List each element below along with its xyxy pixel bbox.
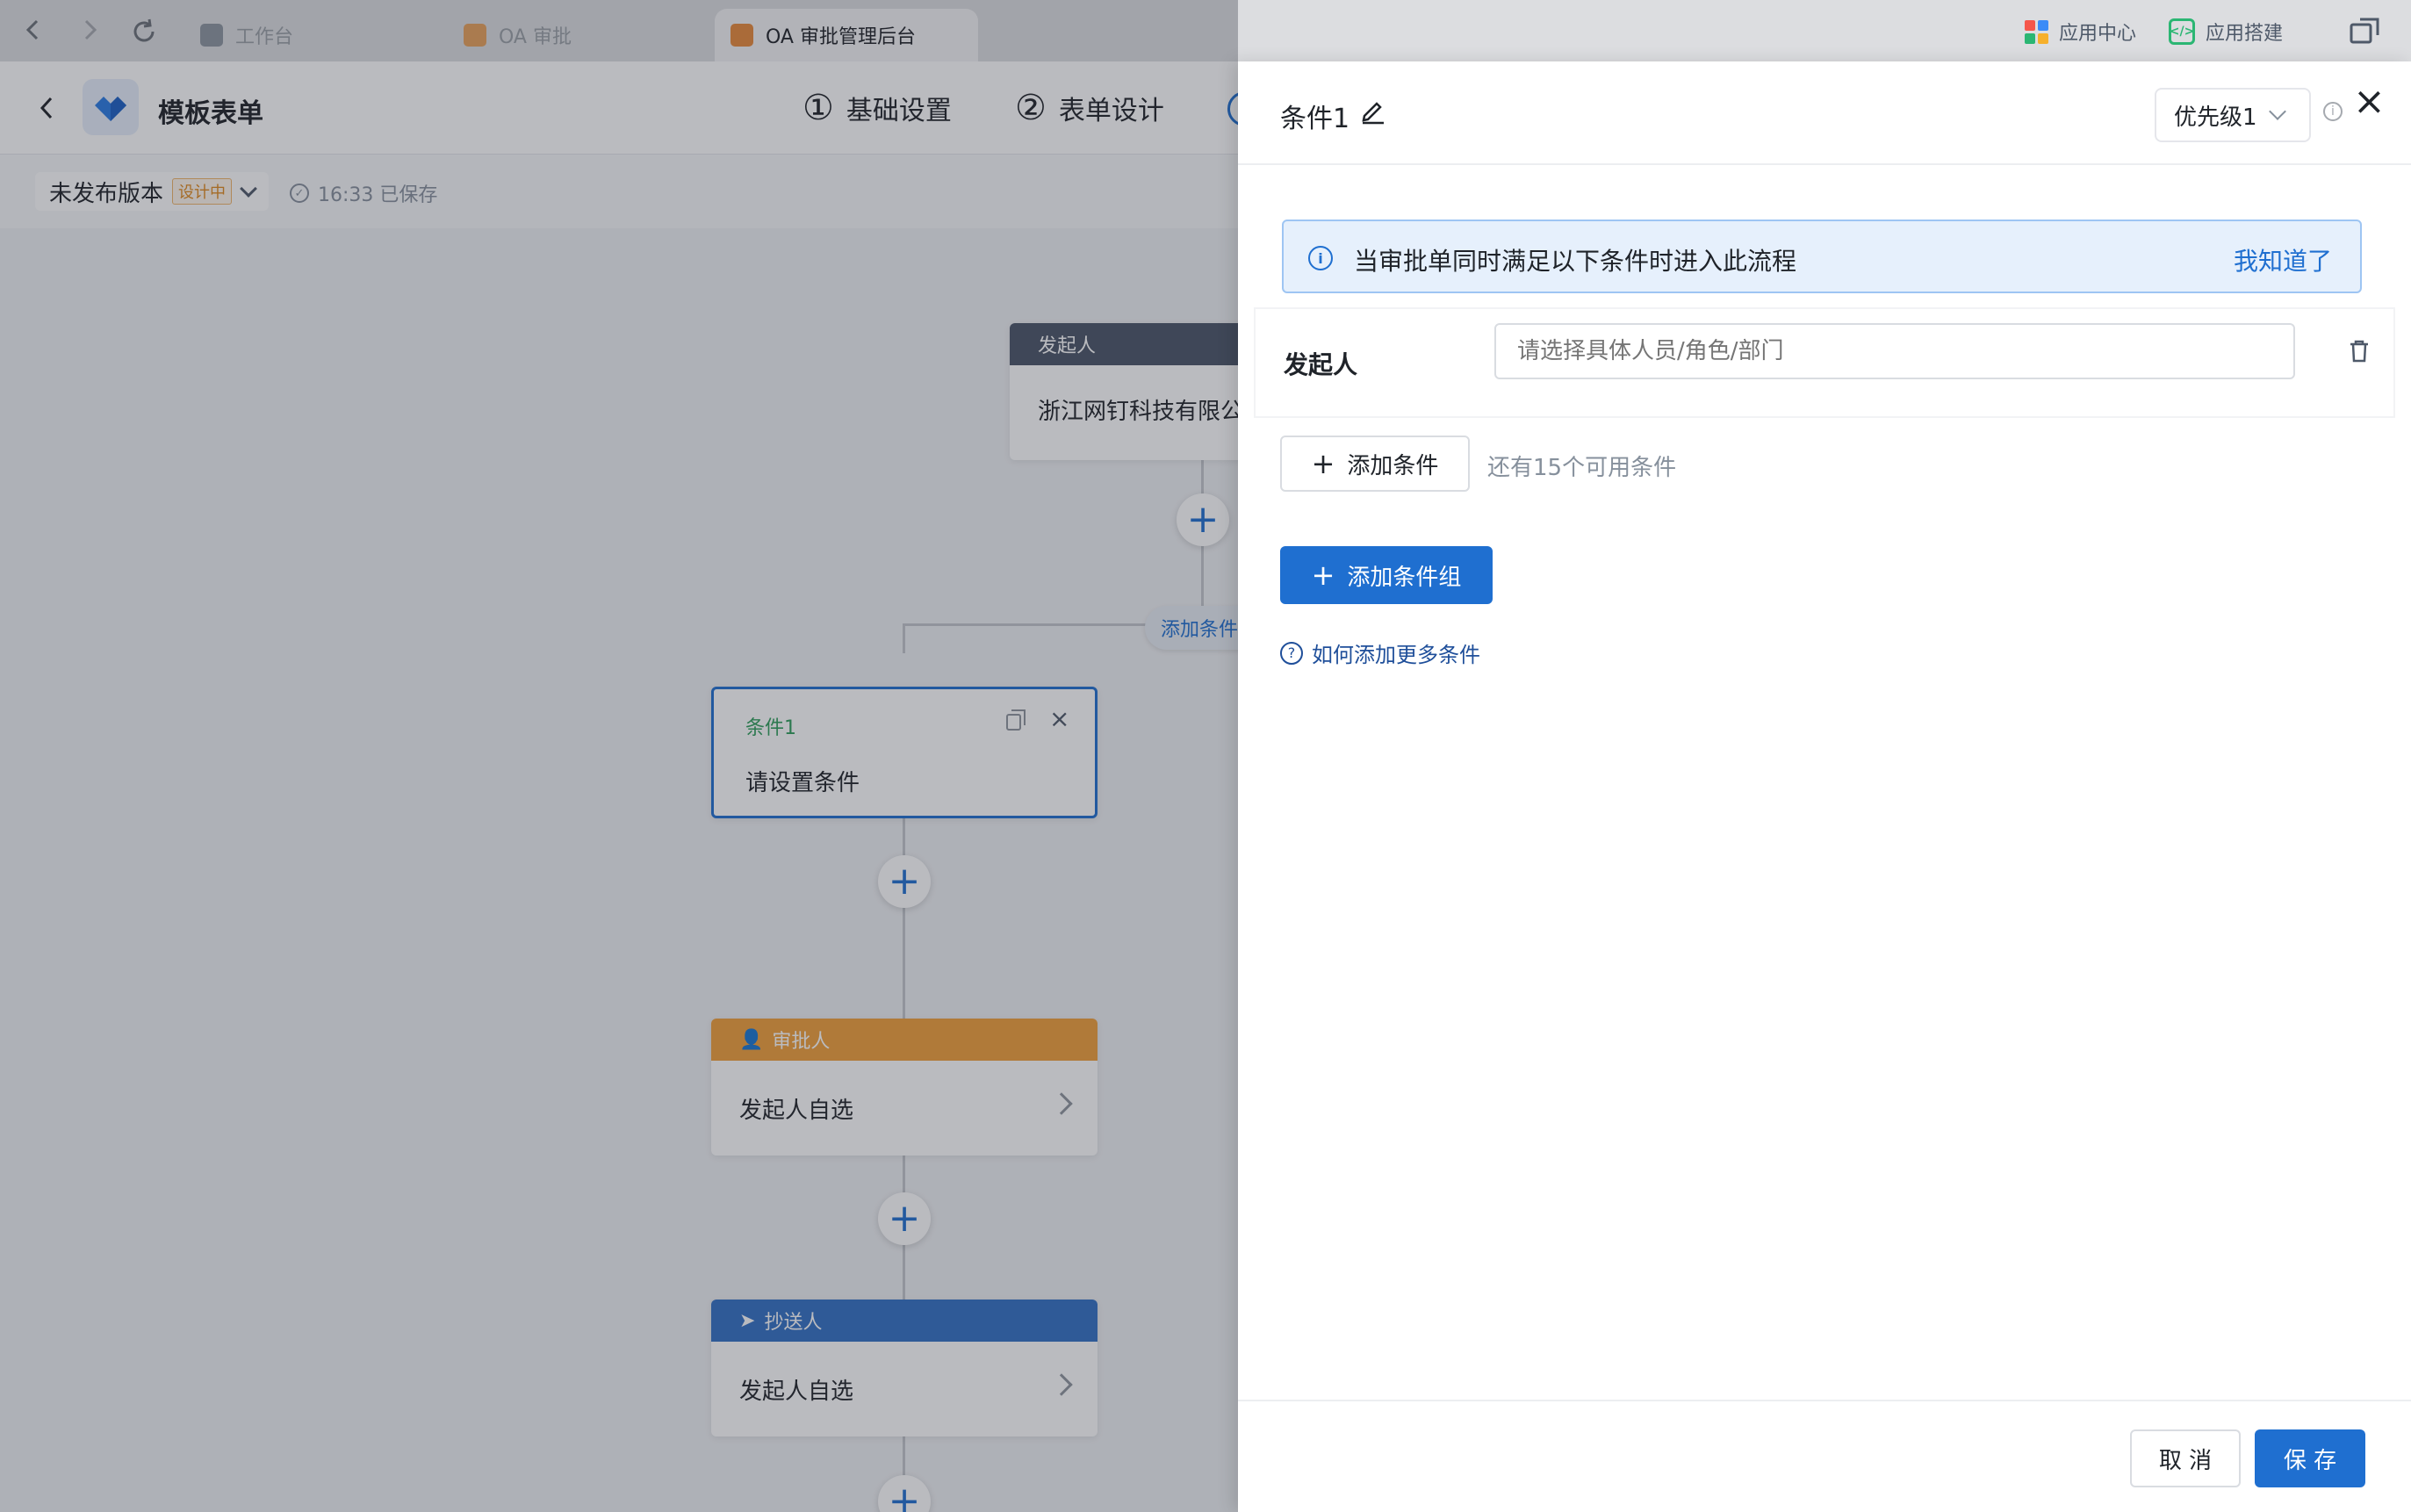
priority-select[interactable]: 优先级1: [2155, 88, 2311, 142]
close-icon[interactable]: ×: [2353, 83, 2386, 121]
initiator-picker-input[interactable]: [1494, 323, 2295, 379]
app-builder-label: 应用搭建: [2206, 23, 2284, 45]
plus-icon: +: [1311, 447, 1335, 480]
app-center-button[interactable]: 应用中心: [2025, 16, 2136, 47]
save-label: 保 存: [2283, 1447, 2337, 1474]
field-label: 发起人: [1284, 350, 1358, 379]
drawer-footer: 取 消 保 存: [1238, 1400, 2411, 1512]
add-group-label: 添加条件组: [1347, 564, 1462, 591]
edit-icon[interactable]: [1359, 97, 1387, 125]
notice-bar: i 当审批单同时满足以下条件时进入此流程 我知道了: [1282, 220, 2362, 293]
modal-overlay[interactable]: [0, 0, 1238, 1512]
trash-icon[interactable]: [2348, 339, 2371, 364]
help-label: 如何添加更多条件: [1312, 643, 1480, 667]
info-icon[interactable]: i: [2323, 102, 2343, 121]
notice-text: 当审批单同时满足以下条件时进入此流程: [1354, 247, 1797, 276]
info-circle-icon: i: [1308, 246, 1333, 270]
code-icon: </>: [2169, 18, 2195, 45]
cancel-label: 取 消: [2158, 1447, 2213, 1474]
cancel-button[interactable]: 取 消: [2130, 1429, 2241, 1487]
priority-label: 优先级1: [2174, 104, 2257, 131]
plus-icon: +: [1311, 558, 1335, 592]
question-circle-icon: ?: [1280, 641, 1303, 665]
chevron-down-icon: [2268, 103, 2286, 120]
app-grid-icon: [2025, 19, 2048, 44]
app-center-label: 应用中心: [2059, 23, 2137, 45]
add-condition-group-button[interactable]: + 添加条件组: [1280, 546, 1493, 604]
condition-row: 发起人: [1256, 309, 2393, 416]
add-condition-button[interactable]: + 添加条件: [1280, 436, 1470, 492]
save-button[interactable]: 保 存: [2255, 1429, 2365, 1487]
notice-ack-link[interactable]: 我知道了: [2234, 242, 2332, 277]
new-window-icon[interactable]: [2350, 18, 2379, 44]
app-builder-button[interactable]: </> 应用搭建: [2169, 16, 2283, 47]
drawer-title: 条件1: [1280, 104, 1350, 134]
help-link[interactable]: ? 如何添加更多条件: [1280, 637, 1480, 668]
add-condition-label: 添加条件: [1347, 452, 1439, 479]
remaining-conditions: 还有15个可用条件: [1487, 455, 1677, 481]
drawer-header: 条件1 优先级1 i ×: [1238, 61, 2411, 165]
condition-drawer: 条件1 优先级1 i × i 当审批单同时满足以下条件时进入此流程 我知道了 发…: [1238, 61, 2411, 1512]
